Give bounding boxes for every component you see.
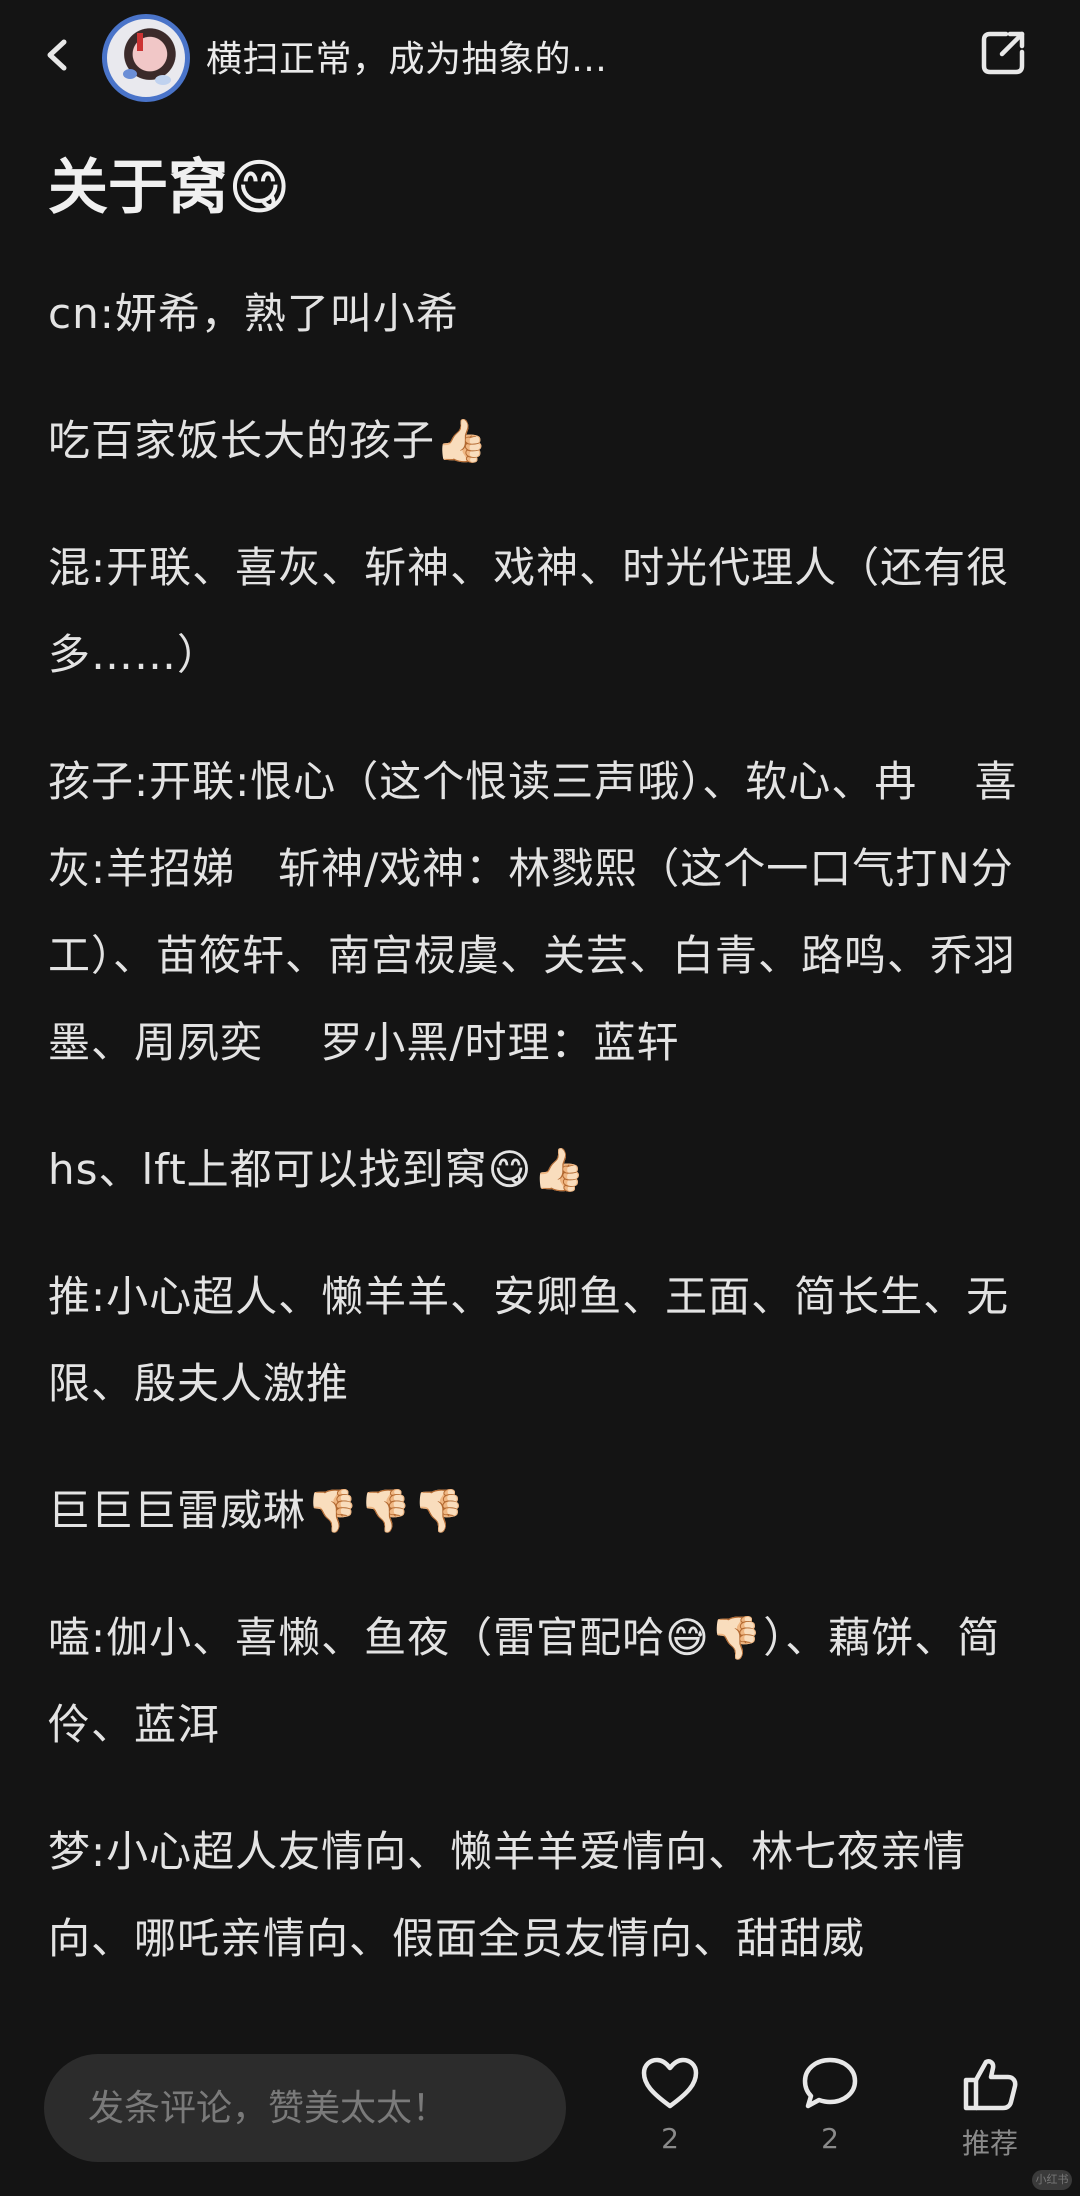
note-paragraph: 混:开联、喜灰、斩神、戏神、时光代理人（还有很多……） [48, 543, 1010, 679]
author-avatar[interactable] [102, 14, 190, 102]
note-paragraph: hs、lft上都可以找到窝😋👍🏻 [48, 1145, 586, 1194]
note-paragraph: 孩子:开联:恨心（这个恨读三声哦）、软心、冉 喜灰:羊招娣 斩神/戏神：林戮熙（… [48, 757, 1018, 1067]
recommend-button[interactable]: 推荐 [930, 2056, 1050, 2176]
thumbs-up-icon [963, 2059, 1018, 2111]
comment-input[interactable] [44, 2054, 566, 2162]
like-button[interactable]: 2 [610, 2056, 730, 2176]
note-paragraph: 嗑:伽小、喜懒、鱼夜（雷官配哈😅👎🏻）、藕饼、简伶、蓝洱 [48, 1613, 1001, 1749]
note-detail-screen: 横扫正常，成为抽象的… 关于窝😋 cn:妍希，熟了叫小希 吃百家饭长大的孩子👍🏻… [0, 0, 1080, 2196]
comment-count: 2 [821, 2122, 839, 2155]
back-button[interactable] [36, 30, 80, 80]
comment-button[interactable]: 2 [770, 2056, 890, 2176]
top-nav-bar: 横扫正常，成为抽象的… [0, 0, 1080, 110]
bottom-action-bar: 2 2 推荐 [0, 2030, 1080, 2196]
note-paragraph: 推:小心超人、懒羊羊、安卿鱼、王面、简长生、无限、殷夫人激推 [48, 1272, 1010, 1408]
heart-icon [641, 2057, 699, 2109]
note-paragraph: cn:妍希，熟了叫小希 [48, 289, 459, 338]
share-external-icon [981, 31, 1025, 75]
content-fade [0, 1960, 1080, 2020]
chevron-left-icon [47, 39, 67, 71]
note-paragraph: 吃百家饭长大的孩子👍🏻 [48, 416, 489, 465]
note-title: 关于窝😋 [48, 153, 291, 223]
note-content: 关于窝😋 cn:妍希，熟了叫小希 吃百家饭长大的孩子👍🏻 混:开联、喜灰、斩神、… [48, 140, 1038, 2020]
note-paragraph: 巨巨巨雷威琳👎🏻👎🏻👎🏻 [48, 1486, 466, 1535]
author-name[interactable]: 横扫正常，成为抽象的… [206, 30, 608, 82]
like-count: 2 [661, 2122, 679, 2155]
content-viewport[interactable]: 横扫正常，成为抽象的… 关于窝😋 cn:妍希，熟了叫小希 吃百家饭长大的孩子👍🏻… [0, 0, 1080, 2020]
share-button[interactable] [978, 28, 1028, 78]
recommend-label: 推荐 [961, 2127, 1018, 2160]
app-watermark: 小红书 [1032, 2170, 1072, 2190]
speech-bubble-icon [802, 2057, 858, 2109]
note-paragraph: 梦:小心超人友情向、懒羊羊爱情向、林七夜亲情向、哪吒亲情向、假面全员友情向、甜甜… [48, 1827, 967, 1963]
